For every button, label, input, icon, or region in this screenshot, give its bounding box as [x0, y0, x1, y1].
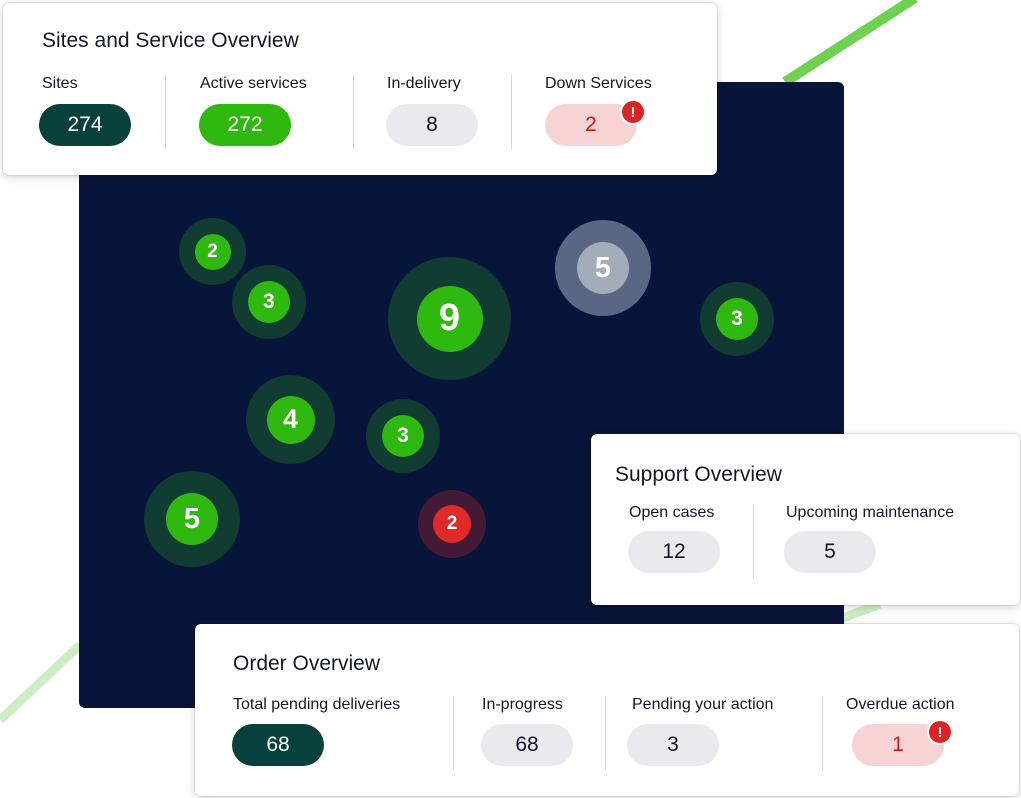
- map-cluster[interactable]: 3: [366, 399, 440, 473]
- map-cluster-count: 2: [433, 505, 471, 543]
- map-cluster[interactable]: 5: [144, 471, 240, 567]
- sites-count-pill[interactable]: 274: [39, 104, 131, 146]
- map-cluster[interactable]: 3: [232, 265, 306, 339]
- in-delivery-pill[interactable]: 8: [386, 104, 478, 146]
- map-cluster[interactable]: 5: [555, 220, 651, 316]
- map-cluster[interactable]: 3: [700, 282, 774, 356]
- metric-label-pending-your-action: Pending your action: [632, 696, 774, 713]
- pending-your-action-pill[interactable]: 3: [627, 724, 719, 766]
- map-cluster-count: 3: [382, 415, 424, 457]
- map-cluster-count: 3: [716, 298, 758, 340]
- metric-label-active-services: Active services: [200, 75, 307, 92]
- metric-label-sites: Sites: [42, 75, 78, 92]
- sites-overview-card: Sites and Service Overview Sites 274 Act…: [3, 3, 717, 175]
- metric-label-total-pending-deliveries: Total pending deliveries: [233, 696, 401, 713]
- total-pending-deliveries-pill[interactable]: 68: [232, 724, 324, 766]
- sites-overview-title: Sites and Service Overview: [42, 29, 299, 52]
- metric-label-in-delivery: In-delivery: [387, 75, 461, 92]
- order-overview-card: Order Overview Total pending deliveries …: [195, 624, 1019, 796]
- metric-label-upcoming-maintenance: Upcoming maintenance: [786, 504, 955, 521]
- upcoming-maintenance-pill[interactable]: 5: [784, 531, 876, 573]
- support-overview-title: Support Overview: [615, 463, 782, 486]
- metric-label-overdue-action: Overdue action: [846, 696, 955, 713]
- metric-divider: [511, 75, 512, 149]
- map-cluster-count: 2: [194, 233, 231, 270]
- map-cluster-count: 5: [577, 242, 629, 294]
- metric-divider: [822, 696, 823, 770]
- map-cluster[interactable]: 2: [179, 218, 246, 285]
- in-progress-pill[interactable]: 68: [481, 724, 573, 766]
- map-cluster-count: 4: [266, 395, 315, 444]
- map-cluster[interactable]: 4: [246, 375, 335, 464]
- alert-icon: !: [927, 719, 953, 745]
- map-cluster[interactable]: 2: [418, 490, 486, 558]
- site-map[interactable]: [79, 82, 844, 708]
- metric-label-down-services: Down Services: [545, 75, 652, 92]
- map-cluster-count: 3: [248, 281, 290, 323]
- open-cases-pill[interactable]: 12: [628, 531, 720, 573]
- order-overview-title: Order Overview: [233, 652, 381, 675]
- active-services-pill[interactable]: 272: [199, 104, 291, 146]
- map-cluster[interactable]: 9: [388, 257, 511, 380]
- metric-divider: [753, 504, 754, 578]
- map-cluster-count: 5: [166, 493, 218, 545]
- metric-divider: [605, 696, 606, 770]
- metric-label-in-progress: In-progress: [482, 696, 563, 713]
- alert-icon: !: [620, 99, 646, 125]
- metric-label-open-cases: Open cases: [629, 504, 715, 521]
- metric-divider: [453, 696, 454, 770]
- support-overview-card: Support Overview Open cases 12 Upcoming …: [591, 434, 1020, 605]
- map-cluster-count: 9: [416, 285, 483, 352]
- metric-divider: [353, 75, 354, 149]
- metric-divider: [165, 75, 166, 149]
